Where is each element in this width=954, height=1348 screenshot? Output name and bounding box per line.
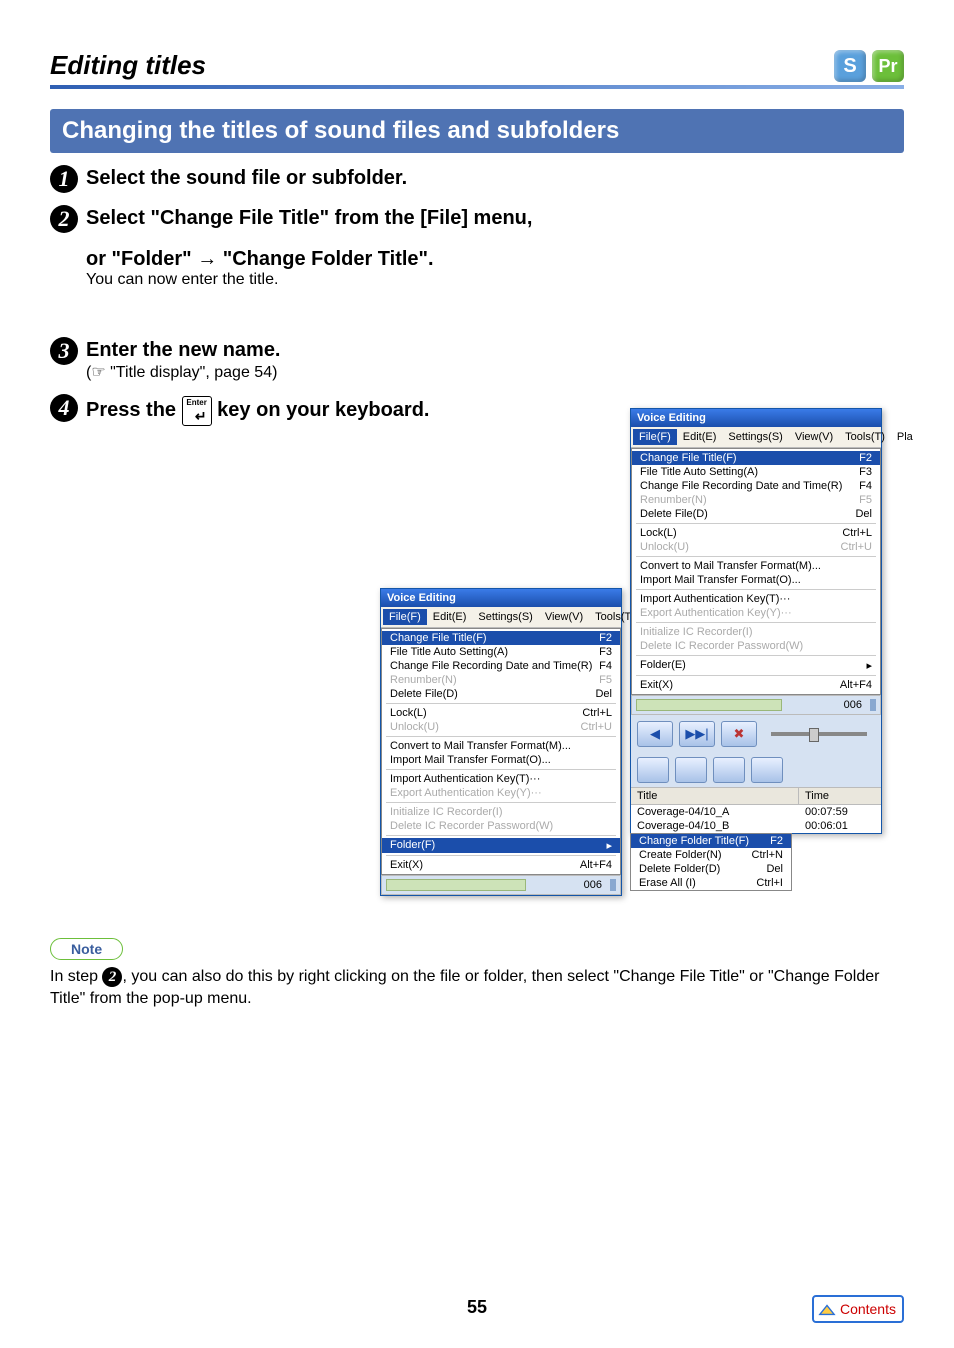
note-step-ref: 2 — [102, 967, 122, 987]
step2-text-a: Select "Change File Title" from the [Fil… — [86, 207, 532, 229]
file-row[interactable]: Coverage-04/10_B00:06:01 — [631, 819, 881, 833]
file-list-header: TitleTime — [631, 787, 881, 805]
menu-item[interactable]: Create Folder(N)Ctrl+N — [631, 848, 791, 862]
menu-item[interactable]: File Title Auto Setting(A)F3 — [382, 645, 620, 659]
window-title-right: Voice Editing — [631, 409, 881, 427]
menu-item[interactable]: Folder(F)▸ — [382, 838, 620, 853]
badge-pr: Pr — [872, 50, 904, 82]
badge-s: S — [834, 50, 866, 82]
menu-item: Unlock(U)Ctrl+U — [382, 720, 620, 734]
menu-item[interactable]: Delete File(D)Del — [632, 507, 880, 521]
volume-slider[interactable] — [771, 732, 867, 736]
menu-item[interactable]: Import Authentication Key(T)··· — [382, 772, 620, 786]
voice-editing-window-right: Voice Editing File(F) Edit(E) Settings(S… — [630, 408, 882, 834]
menu-item: Renumber(N)F5 — [382, 673, 620, 687]
menu-item[interactable]: Import Mail Transfer Format(O)... — [382, 753, 620, 767]
contents-button[interactable]: Contents — [812, 1295, 904, 1323]
menu-item: Delete IC Recorder Password(W) — [382, 819, 620, 833]
menu-item[interactable]: Delete Folder(D)Del — [631, 862, 791, 876]
note-label: Note — [50, 938, 123, 960]
step4-text-a: Press the — [86, 399, 182, 421]
play-next-button[interactable]: ▶▶| — [679, 721, 715, 747]
menu-item[interactable]: Convert to Mail Transfer Format(M)... — [632, 559, 880, 573]
tool-1[interactable] — [637, 757, 669, 783]
menu-item[interactable]: Change File Recording Date and Time(R)F4 — [632, 479, 880, 493]
menu-edit[interactable]: Edit(E) — [427, 609, 473, 625]
menu-item[interactable]: File Title Auto Setting(A)F3 — [632, 465, 880, 479]
step3-text: Enter the new name. — [86, 339, 281, 361]
title-underline — [50, 85, 904, 89]
progress-right: 006 — [631, 695, 881, 715]
player-bar: ◀ ▶▶| ✖ — [631, 715, 881, 753]
menu-item: Export Authentication Key(Y)··· — [382, 786, 620, 800]
enter-key-icon: Enter — [182, 396, 212, 426]
progress-left: 006 — [381, 875, 621, 895]
menu-item[interactable]: Change File Title(F)F2 — [382, 631, 620, 645]
menu-item[interactable]: Folder(E)▸ — [632, 658, 880, 673]
menu-item[interactable]: Change File Title(F)F2 — [632, 451, 880, 465]
menu-item[interactable]: Exit(X)Alt+F4 — [382, 858, 620, 872]
file-row[interactable]: Coverage-04/10_A00:07:59 — [631, 805, 881, 819]
prev-button[interactable]: ◀ — [637, 721, 673, 747]
menu-edit-r[interactable]: Edit(E) — [677, 429, 723, 445]
menu-item[interactable]: Lock(L)Ctrl+L — [632, 526, 880, 540]
close-button[interactable]: ✖ — [721, 721, 757, 747]
note-text: In step 2, you can also do this by right… — [50, 966, 904, 1009]
section-heading: Changing the titles of sound files and s… — [50, 109, 904, 153]
page-number: 55 — [0, 1297, 954, 1318]
tool-3[interactable] — [713, 757, 745, 783]
menu-item: Delete IC Recorder Password(W) — [632, 639, 880, 653]
menu-item[interactable]: Lock(L)Ctrl+L — [382, 706, 620, 720]
step-badge-1: 1 — [50, 165, 78, 193]
menubar-left: File(F) Edit(E) Settings(S) View(V) Tool… — [381, 607, 621, 628]
voice-editing-window-left: Voice Editing File(F) Edit(E) Settings(S… — [380, 588, 622, 896]
step2-sub: You can now enter the title. — [86, 271, 278, 288]
menu-item[interactable]: Change File Recording Date and Time(R)F4 — [382, 659, 620, 673]
menu-file[interactable]: File(F) — [383, 609, 427, 625]
step1-text: Select the sound file or subfolder. — [86, 167, 407, 189]
menu-item[interactable]: Change Folder Title(F)F2 — [631, 834, 791, 848]
page-title: Editing titles — [50, 50, 206, 81]
folder-submenu: Change Folder Title(F)F2Create Folder(N)… — [630, 833, 792, 891]
menu-tools-r[interactable]: Tools(T) — [839, 429, 891, 445]
menu-view[interactable]: View(V) — [539, 609, 589, 625]
menu-item[interactable]: Exit(X)Alt+F4 — [632, 678, 880, 692]
menu-file-r[interactable]: File(F) — [633, 429, 677, 445]
menubar-right: File(F) Edit(E) Settings(S) View(V) Tool… — [631, 427, 881, 448]
step2-text-b: or "Folder" → "Change Folder Title". — [86, 248, 434, 270]
menu-item[interactable]: Import Mail Transfer Format(O)... — [632, 573, 880, 587]
menu-item: Export Authentication Key(Y)··· — [632, 606, 880, 620]
menu-settings[interactable]: Settings(S) — [472, 609, 538, 625]
menu-item: Initialize IC Recorder(I) — [632, 625, 880, 639]
file-menu-left: Change File Title(F)F2File Title Auto Se… — [381, 628, 621, 875]
tool-4[interactable] — [751, 757, 783, 783]
menu-item[interactable]: Erase All (I)Ctrl+I — [631, 876, 791, 890]
contents-icon — [818, 1300, 836, 1318]
menu-item[interactable]: Import Authentication Key(T)··· — [632, 592, 880, 606]
file-menu-right: Change File Title(F)F2File Title Auto Se… — [631, 448, 881, 695]
menu-item[interactable]: Convert to Mail Transfer Format(M)... — [382, 739, 620, 753]
menu-settings-r[interactable]: Settings(S) — [722, 429, 788, 445]
menu-item: Unlock(U)Ctrl+U — [632, 540, 880, 554]
tool-row — [631, 753, 881, 787]
menu-play-r[interactable]: Pla — [891, 429, 919, 445]
step-badge-2: 2 — [50, 205, 78, 233]
tool-2[interactable] — [675, 757, 707, 783]
menu-item: Initialize IC Recorder(I) — [382, 805, 620, 819]
menu-item[interactable]: Delete File(D)Del — [382, 687, 620, 701]
menu-view-r[interactable]: View(V) — [789, 429, 839, 445]
menu-item: Renumber(N)F5 — [632, 493, 880, 507]
step3-xref: (☞ "Title display", page 54) — [86, 364, 277, 381]
step-badge-4: 4 — [50, 394, 78, 422]
window-title-left: Voice Editing — [381, 589, 621, 607]
step-badge-3: 3 — [50, 337, 78, 365]
